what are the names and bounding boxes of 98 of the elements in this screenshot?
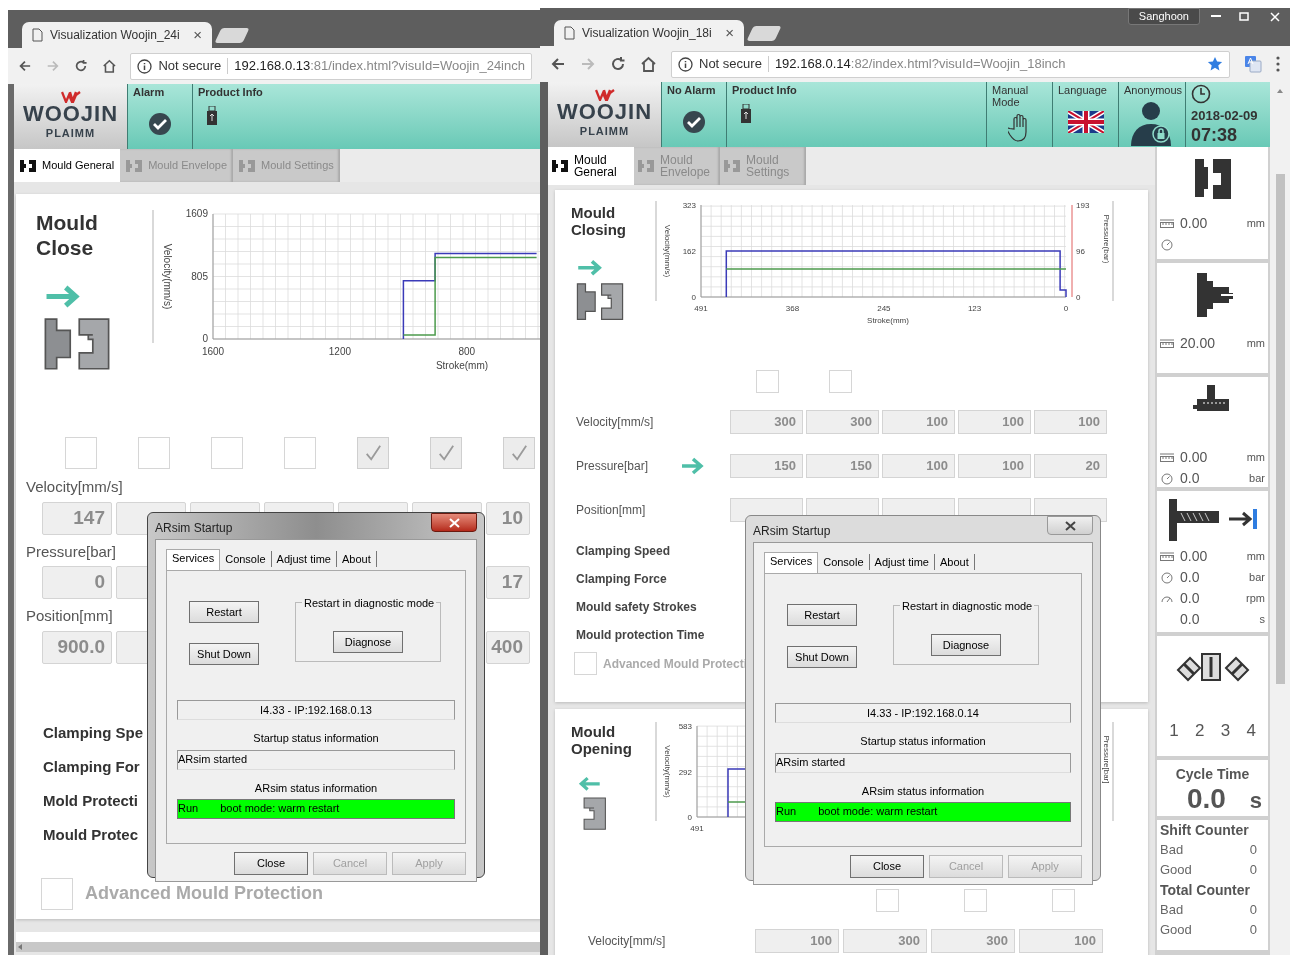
counter-label: Good: [1160, 921, 1192, 939]
counter-label: Good: [1160, 861, 1192, 879]
setting-label: Clamping For: [43, 756, 140, 777]
info-field: ARsim started: [775, 752, 1071, 773]
logo: WOOJIN PLAIMM: [548, 82, 661, 147]
reading-value: 20.00: [1180, 334, 1217, 353]
dialog-title: ARsim Startup: [155, 520, 233, 537]
setting-label: Clamping Spe: [43, 722, 143, 743]
info-field: I4.33 - IP:192.168.0.13: [177, 700, 455, 720]
setting-label: Mould Protec: [43, 824, 138, 845]
field-label: Startup status information: [859, 734, 987, 749]
date-text: 2018-02-09: [1191, 107, 1259, 125]
counter-value: 0: [1249, 921, 1257, 939]
field-label: Position[mm]: [26, 606, 113, 626]
unit-label: mm: [1246, 450, 1265, 466]
setting-label: Clamping Speed: [576, 543, 670, 560]
info-field: I4.33 - IP:192.168.0.14: [775, 703, 1071, 723]
tick-label: 1200: [328, 346, 352, 357]
setting-label: Mould protection Time: [576, 627, 705, 644]
field-label: ARsim status information: [860, 783, 986, 799]
status-text: boot mode: warm restart: [220, 801, 340, 816]
field-label: ARsim status information: [253, 780, 379, 796]
tick-label: 1609: [185, 208, 208, 220]
unit-label: bar: [1249, 570, 1265, 586]
counter-label: Bad: [1160, 841, 1184, 859]
tick-label: 96: [1076, 246, 1085, 256]
panel-title: Shift Counter: [1160, 821, 1250, 840]
tick-label: 805: [191, 270, 208, 282]
setting-label: Mould safety Strokes: [576, 599, 697, 616]
counter-value: 0: [1249, 901, 1257, 919]
panel-title: Total Counter: [1160, 881, 1251, 900]
tick-label: 368: [785, 304, 800, 313]
reading-value: 0.0: [1180, 589, 1201, 608]
section-title: Mould Closing: [571, 205, 627, 238]
unit-label: mm: [1246, 336, 1265, 352]
reading-value: 0.00: [1180, 547, 1209, 566]
url-text: 192.168.0.14:82/index.html?visuId=Woojin_18inch: [774, 55, 1066, 74]
axis-title: Velocity(mm/s): [162, 243, 173, 310]
info-field: ARsim started: [177, 749, 455, 770]
unit-label: mm: [1246, 216, 1265, 232]
unit-label: rpm: [1246, 591, 1265, 607]
reading-value: 0.0: [1180, 610, 1201, 629]
section-title: Mould Opening: [571, 724, 633, 757]
tick-label: 800: [458, 346, 476, 357]
dialog-title: ARsim Startup: [753, 523, 831, 540]
logo: WOOJIN PLAIMM: [14, 84, 127, 149]
reading-value: 0.0: [1180, 469, 1201, 488]
tick-label: 292: [678, 767, 692, 777]
tick-label: 0: [687, 813, 692, 822]
url-text: 192.168.0.13:81/index.html?visuId=Woojin_24inch: [234, 57, 525, 76]
field-label: Startup status information: [252, 731, 380, 746]
counter-value: 0: [1249, 861, 1257, 879]
status-text: Run: [776, 804, 797, 819]
axis-title: Velocity(mm/s): [663, 745, 672, 798]
axis-title: Pressure[bar]: [1102, 735, 1111, 784]
reading-value: 0.00: [1180, 214, 1209, 233]
counter-value: 0: [1249, 841, 1257, 859]
tick-label: 245: [877, 304, 891, 313]
counter-label: Bad: [1160, 901, 1184, 919]
tick-label: 193: [1076, 200, 1090, 210]
tick-label: 583: [678, 722, 692, 731]
field-label: Velocity[mm/s]: [576, 414, 655, 431]
tick-label: 0: [691, 292, 696, 302]
unit-label: bar: [1249, 471, 1265, 487]
axis-title: Velocity(mm/s): [663, 224, 672, 278]
field-label: Position[mm]: [576, 502, 647, 519]
unit-label: s: [1249, 789, 1262, 813]
axis-title: Stroke(mm): [435, 360, 489, 371]
tick-label: 491: [694, 304, 708, 313]
tick-label: 323: [682, 200, 696, 210]
field-label: Velocity[mm/s]: [587, 933, 667, 950]
tick-label: 162: [682, 246, 696, 256]
unit-label: s: [1259, 612, 1265, 628]
tick-label: 491: [690, 824, 704, 833]
axis-title: Stroke(mm): [867, 316, 909, 325]
tick-label: 0: [1063, 304, 1069, 313]
security-label: Not secure: [158, 57, 222, 76]
field-label: Pressure[bar]: [26, 541, 117, 562]
setting-label: Mold Protecti: [43, 790, 138, 811]
status-text: boot mode: warm restart: [818, 804, 938, 819]
reading-value: 0.00: [1180, 448, 1209, 467]
panel-title: Cycle Time: [1175, 765, 1250, 784]
tick-label: 0: [1076, 292, 1081, 302]
section-title: Mould Close: [36, 210, 99, 261]
field-label: Pressure[bar]: [576, 458, 650, 475]
tick-label: 0: [202, 333, 208, 345]
field-label: Velocity[mm/s]: [26, 477, 123, 497]
time-text: 07:38: [1191, 125, 1239, 144]
unit-label: mm: [1246, 549, 1265, 565]
checkbox-label: Advanced Mould Protection: [85, 882, 324, 905]
tick-label: 123: [967, 304, 982, 313]
cycle-time-value: 0.0: [1185, 785, 1227, 813]
axis-title: Pressure(bar): [1102, 214, 1111, 264]
status-text: Run: [178, 801, 199, 816]
setting-label: Clamping Force: [576, 571, 667, 588]
tick-label: 1600: [201, 346, 225, 357]
reading-value: 0.0: [1180, 568, 1201, 587]
security-label: Not secure: [699, 55, 762, 74]
